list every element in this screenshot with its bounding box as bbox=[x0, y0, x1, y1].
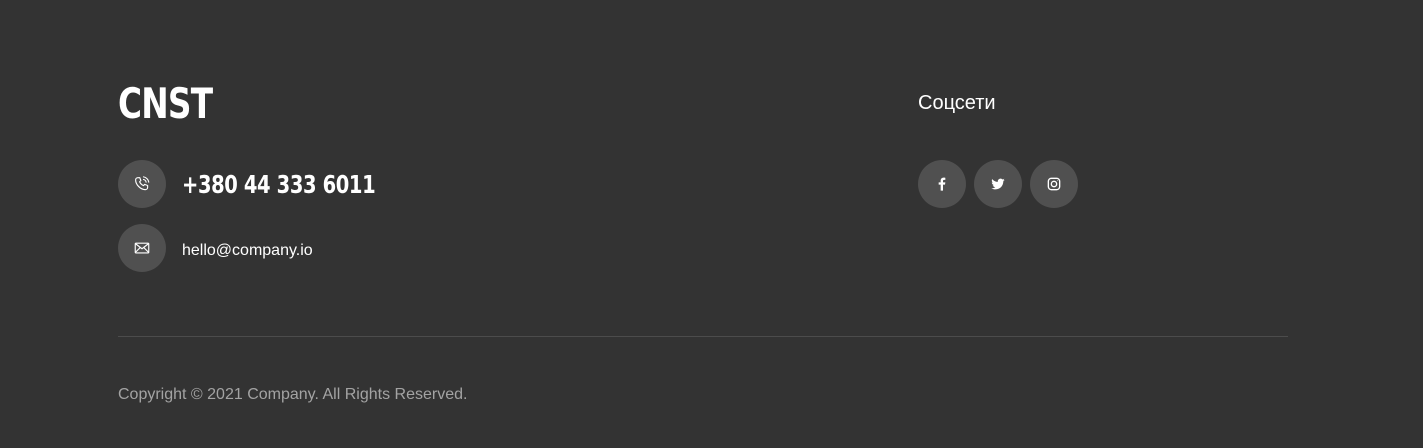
twitter-link[interactable] bbox=[974, 160, 1022, 208]
instagram-icon bbox=[1047, 177, 1061, 191]
social-links bbox=[918, 160, 1078, 208]
copyright-text: Copyright © 2021 Company. All Rights Res… bbox=[118, 386, 468, 403]
instagram-link[interactable] bbox=[1030, 160, 1078, 208]
brand-logo[interactable]: CNST bbox=[118, 76, 213, 132]
footer-divider bbox=[118, 336, 1288, 337]
phone-icon bbox=[118, 160, 166, 208]
twitter-icon bbox=[991, 178, 1005, 190]
email-contact[interactable]: hello@company.io bbox=[118, 224, 313, 272]
email-link[interactable]: hello@company.io bbox=[182, 242, 313, 260]
phone-number[interactable]: +380 44 333 6011 bbox=[182, 170, 376, 199]
facebook-link[interactable] bbox=[918, 160, 966, 208]
facebook-icon bbox=[938, 177, 946, 191]
site-footer: CNST +380 44 333 6011 hello@company.io С… bbox=[0, 0, 1423, 448]
social-title: Соцсети bbox=[918, 92, 996, 114]
envelope-icon bbox=[118, 224, 166, 272]
phone-contact[interactable]: +380 44 333 6011 bbox=[118, 160, 430, 208]
